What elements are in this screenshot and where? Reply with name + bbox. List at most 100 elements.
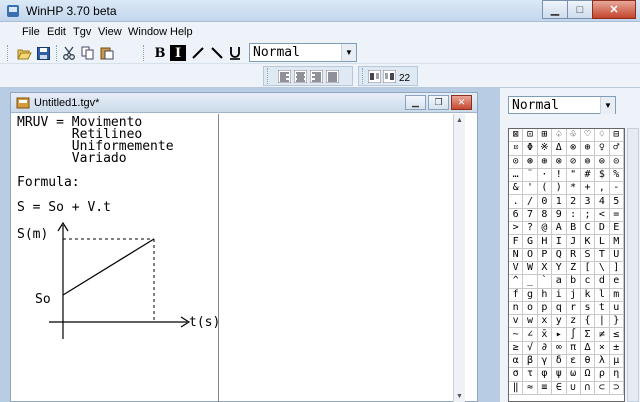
charmap-cell[interactable]: 4 (595, 195, 610, 209)
charmap-cell[interactable]: Φ (523, 142, 538, 156)
charmap-cell[interactable]: 1 (552, 195, 567, 209)
charmap-cell[interactable]: d (595, 275, 610, 289)
charmap-cell[interactable]: λ (595, 355, 610, 369)
scroll-down-icon[interactable]: ▼ (454, 390, 465, 402)
charmap-cell[interactable]: t (595, 301, 610, 316)
save-button[interactable] (35, 45, 52, 61)
charmap-cell[interactable]: C (580, 222, 596, 236)
charmap-cell[interactable]: H (537, 235, 553, 249)
charmap-cell[interactable]: ≥ (509, 341, 524, 356)
charmap-cell[interactable]: β (523, 355, 538, 369)
charmap-cell[interactable]: ※ (537, 142, 553, 156)
charmap-cell[interactable]: g (523, 288, 538, 302)
charmap-cell[interactable]: ⊃ (609, 381, 624, 395)
charmap-cell[interactable]: ` (537, 275, 553, 289)
charmap-cell[interactable]: v (509, 315, 524, 329)
charmap-cell[interactable]: > (509, 222, 524, 236)
charmap-cell[interactable]: ~ (509, 328, 524, 342)
maximize-button[interactable]: □ (567, 0, 593, 19)
document-body[interactable]: MRUV = Movimento Retilineo Uniformemente… (11, 114, 465, 402)
charmap-cell[interactable]: ⊘ (566, 155, 581, 169)
charmap-cell[interactable]: ψ (552, 368, 567, 382)
charmap-cell[interactable]: ⊛ (523, 155, 538, 169)
charmap-cell[interactable]: ⊕ (537, 155, 553, 169)
charmap-cell[interactable]: . (509, 195, 524, 209)
charmap-cell[interactable]: V (509, 261, 524, 276)
charmap-cell[interactable]: # (580, 168, 596, 183)
charmap-cell[interactable]: l (595, 288, 610, 302)
charmap-cell[interactable]: X (537, 261, 553, 276)
charmap-cell[interactable]: ⊠ (509, 129, 524, 143)
charmap-cell[interactable]: ♧ (566, 129, 581, 143)
justify-icon[interactable] (326, 70, 339, 83)
charmap-cell[interactable]: B (566, 222, 581, 236)
charmap-cell[interactable]: ⊗ (566, 142, 581, 156)
scroll-up-icon[interactable]: ▲ (454, 114, 465, 126)
charmap-cell[interactable]: : (566, 208, 581, 223)
charmap-cell[interactable]: , (595, 182, 610, 196)
charmap-cell[interactable]: q (552, 301, 567, 316)
charmap-cell[interactable]: ! (552, 168, 567, 183)
charmap-cell[interactable]: M (609, 235, 624, 249)
charmap-cell[interactable]: ¨ (523, 168, 538, 183)
charmap-cell[interactable]: k (580, 288, 596, 302)
charmap-cell[interactable]: h (537, 288, 553, 302)
charmap-cell[interactable]: μ (609, 355, 624, 369)
charmap-cell[interactable]: - (609, 182, 624, 196)
charmap-cell[interactable]: ∞ (552, 341, 567, 356)
charmap-cell[interactable]: f (509, 288, 524, 302)
charmap-cell[interactable]: θ (580, 355, 596, 369)
menu-window[interactable]: Window (128, 26, 167, 38)
toolbar-grip[interactable] (362, 68, 365, 84)
charmap-cell[interactable]: x (537, 315, 553, 329)
charmap-cell[interactable]: τ (523, 368, 538, 382)
charmap-cell[interactable]: N (509, 248, 524, 262)
charmap-cell[interactable]: E (609, 222, 624, 236)
charmap-cell[interactable]: + (580, 182, 596, 196)
charmap-cell[interactable]: J (566, 235, 581, 249)
document-scrollbar[interactable]: ▲ ▼ (453, 114, 465, 402)
charmap-cell[interactable]: S (580, 248, 596, 262)
charmap-cell[interactable]: 7 (523, 208, 538, 223)
charmap-scrollbar[interactable] (627, 128, 639, 402)
doc-close-button[interactable]: ✕ (451, 95, 472, 110)
charmap-cell[interactable]: w (523, 315, 538, 329)
charmap-cell[interactable]: { (580, 315, 596, 329)
charmap-cell[interactable]: ∈ (552, 381, 567, 395)
charmap-cell[interactable]: ∩ (580, 381, 596, 395)
charmap-cell[interactable]: ⊂ (595, 381, 610, 395)
menu-tgv[interactable]: Tgv (73, 26, 91, 38)
charmap-cell[interactable]: ♢ (595, 129, 610, 143)
charmap-cell[interactable]: o (523, 301, 538, 316)
charmap-cell[interactable]: ^ (509, 275, 524, 289)
charmap-cell[interactable]: ⊚ (580, 155, 596, 169)
text-pane[interactable]: MRUV = Movimento Retilineo Uniformemente… (11, 114, 220, 402)
toolbar-grip[interactable] (56, 45, 59, 61)
charmap-cell[interactable]: e (609, 275, 624, 289)
charmap-cell[interactable]: [ (580, 261, 596, 276)
charmap-cell[interactable]: 3 (580, 195, 596, 209)
open-button[interactable] (16, 45, 33, 61)
charmap-cell[interactable]: π (566, 341, 581, 356)
charmap-cell[interactable]: 6 (509, 208, 524, 223)
charmap-cell[interactable]: r (566, 301, 581, 316)
charmap-cell[interactable]: 0 (537, 195, 553, 209)
italic-button[interactable]: I (170, 45, 186, 61)
charmap-cell[interactable]: η (609, 368, 624, 382)
charmap-cell[interactable]: · (537, 168, 553, 183)
menu-view[interactable]: View (98, 26, 122, 38)
charmap-cell[interactable]: j (566, 288, 581, 302)
charmap-cell[interactable]: & (509, 182, 524, 196)
charmap-cell[interactable]: ≈ (523, 381, 538, 395)
doc-minimize-button[interactable]: ▁ (405, 95, 426, 110)
charmap-cell[interactable]: z (566, 315, 581, 329)
charmap-cell[interactable]: % (609, 168, 624, 183)
menu-help[interactable]: Help (170, 26, 193, 38)
chevron-down-icon[interactable]: ▼ (600, 97, 615, 114)
charmap-cell[interactable]: p (537, 301, 553, 316)
charmap-cell[interactable]: _ (523, 275, 538, 289)
charmap-cell[interactable]: α (509, 355, 524, 369)
charmap-cell[interactable]: D (595, 222, 610, 236)
charmap-cell[interactable]: " (566, 168, 581, 183)
charmap-cell[interactable]: × (595, 341, 610, 356)
